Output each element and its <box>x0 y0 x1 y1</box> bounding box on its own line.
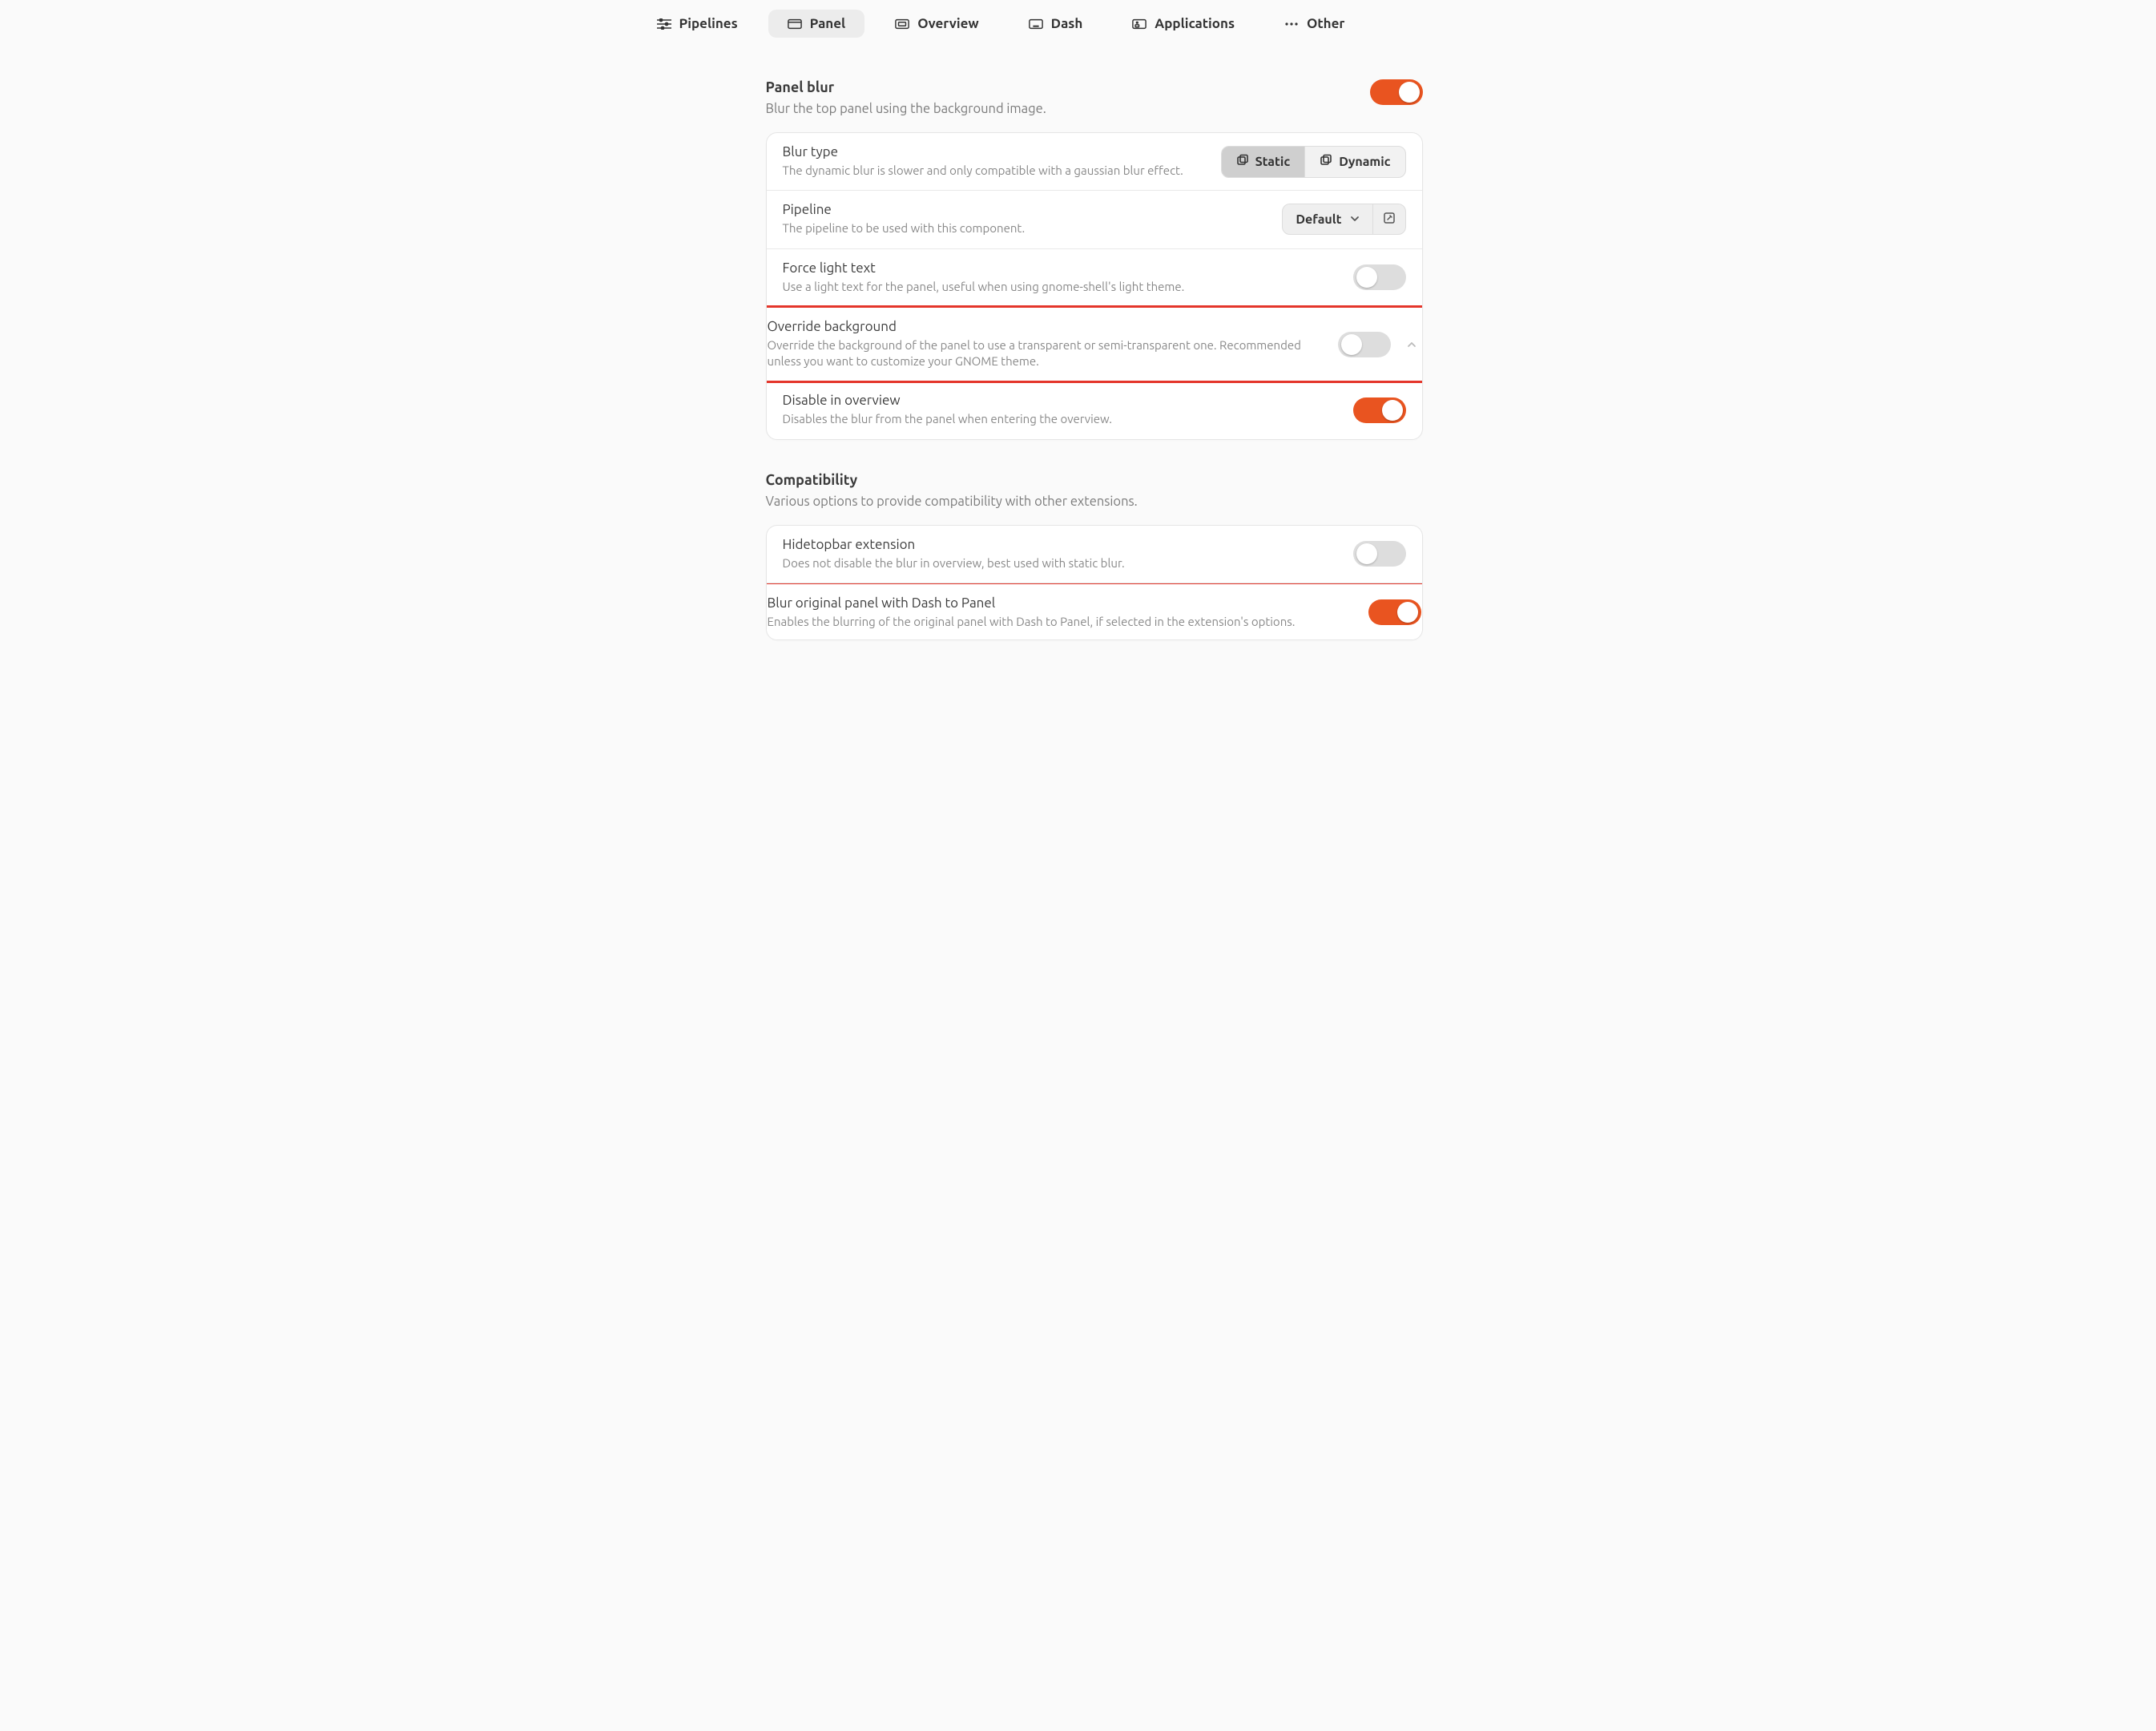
row-override-background: Override background Override the backgro… <box>766 305 1423 384</box>
row-label: Disable in overview <box>783 393 1337 408</box>
dash-to-panel-toggle[interactable] <box>1368 599 1421 625</box>
section-compatibility: Compatibility Various options to provide… <box>766 472 1423 641</box>
row-desc: Disables the blur from the panel when en… <box>783 411 1337 427</box>
pipeline-dropdown[interactable]: Default <box>1283 204 1372 234</box>
tab-label: Applications <box>1155 16 1235 31</box>
tab-dash[interactable]: Dash <box>1009 10 1102 38</box>
row-label: Blur original panel with Dash to Panel <box>768 595 1352 611</box>
seg-label: Static <box>1255 155 1291 169</box>
section-panel-blur: Panel blur Blur the top panel using the … <box>766 79 1423 440</box>
dash-icon <box>1029 18 1043 30</box>
tab-label: Dash <box>1051 16 1083 31</box>
blur-type-dynamic-button[interactable]: Dynamic <box>1304 147 1404 177</box>
force-light-text-toggle[interactable] <box>1353 264 1406 290</box>
blur-type-static-button[interactable]: Static <box>1222 147 1305 177</box>
row-desc: Does not disable the blur in overview, b… <box>783 555 1337 571</box>
row-dash-to-panel: Blur original panel with Dash to Panel E… <box>766 583 1423 640</box>
pipeline-picker: Default <box>1282 204 1405 235</box>
tab-applications[interactable]: Applications <box>1113 10 1254 38</box>
more-icon <box>1284 18 1299 30</box>
row-desc: Use a light text for the panel, useful w… <box>783 279 1337 295</box>
chevron-down-icon <box>1350 212 1360 227</box>
row-label: Pipeline <box>783 202 1267 217</box>
row-pipeline: Pipeline The pipeline to be used with th… <box>767 191 1422 248</box>
applications-icon <box>1132 18 1147 30</box>
section-desc: Blur the top panel using the background … <box>766 102 1046 116</box>
row-disable-in-overview: Disable in overview Disables the blur fr… <box>767 381 1422 438</box>
pipeline-edit-button[interactable] <box>1372 204 1405 234</box>
row-label: Override background <box>768 319 1322 334</box>
section-desc: Various options to provide compatibility… <box>766 494 1423 509</box>
override-background-toggle[interactable] <box>1338 332 1391 357</box>
tab-panel[interactable]: Panel <box>768 10 865 38</box>
sliders-icon <box>657 18 671 30</box>
pipeline-value: Default <box>1296 212 1341 227</box>
tab-label: Overview <box>917 16 978 31</box>
seg-label: Dynamic <box>1339 155 1390 169</box>
compatibility-card: Hidetopbar extension Does not disable th… <box>766 525 1423 583</box>
section-title: Panel blur <box>766 79 1046 95</box>
tab-overview[interactable]: Overview <box>876 10 997 38</box>
row-label: Force light text <box>783 260 1337 276</box>
edit-icon <box>1383 212 1396 227</box>
row-desc: Override the background of the panel to … <box>768 337 1322 370</box>
tab-pipelines[interactable]: Pipelines <box>638 10 757 38</box>
panel-blur-card: Blur type The dynamic blur is slower and… <box>766 132 1423 440</box>
disable-in-overview-toggle[interactable] <box>1353 397 1406 423</box>
section-title: Compatibility <box>766 472 1423 488</box>
compatibility-card-bottom: Blur original panel with Dash to Panel E… <box>766 583 1423 640</box>
tab-label: Panel <box>810 16 846 31</box>
tab-label: Other <box>1307 16 1344 31</box>
row-desc: Enables the blurring of the original pan… <box>768 614 1352 630</box>
row-force-light-text: Force light text Use a light text for th… <box>767 249 1422 307</box>
row-label: Blur type <box>783 144 1205 159</box>
panel-blur-master-toggle[interactable] <box>1370 79 1423 105</box>
row-desc: The dynamic blur is slower and only comp… <box>783 163 1205 179</box>
row-hidetopbar: Hidetopbar extension Does not disable th… <box>767 526 1422 583</box>
row-desc: The pipeline to be used with this compon… <box>783 220 1267 236</box>
row-blur-type: Blur type The dynamic blur is slower and… <box>767 133 1422 191</box>
panel-icon <box>788 18 802 30</box>
row-label: Hidetopbar extension <box>783 537 1337 552</box>
overview-icon <box>895 18 909 30</box>
blur-type-segmented: Static Dynamic <box>1221 146 1406 178</box>
tab-other[interactable]: Other <box>1265 10 1364 38</box>
override-background-expand[interactable] <box>1402 335 1421 354</box>
layer-icon <box>1320 154 1332 170</box>
layer-icon <box>1236 154 1249 170</box>
tab-bar: Pipelines Panel Overview <box>590 0 1567 47</box>
hidetopbar-toggle[interactable] <box>1353 541 1406 567</box>
tab-label: Pipelines <box>679 16 738 31</box>
